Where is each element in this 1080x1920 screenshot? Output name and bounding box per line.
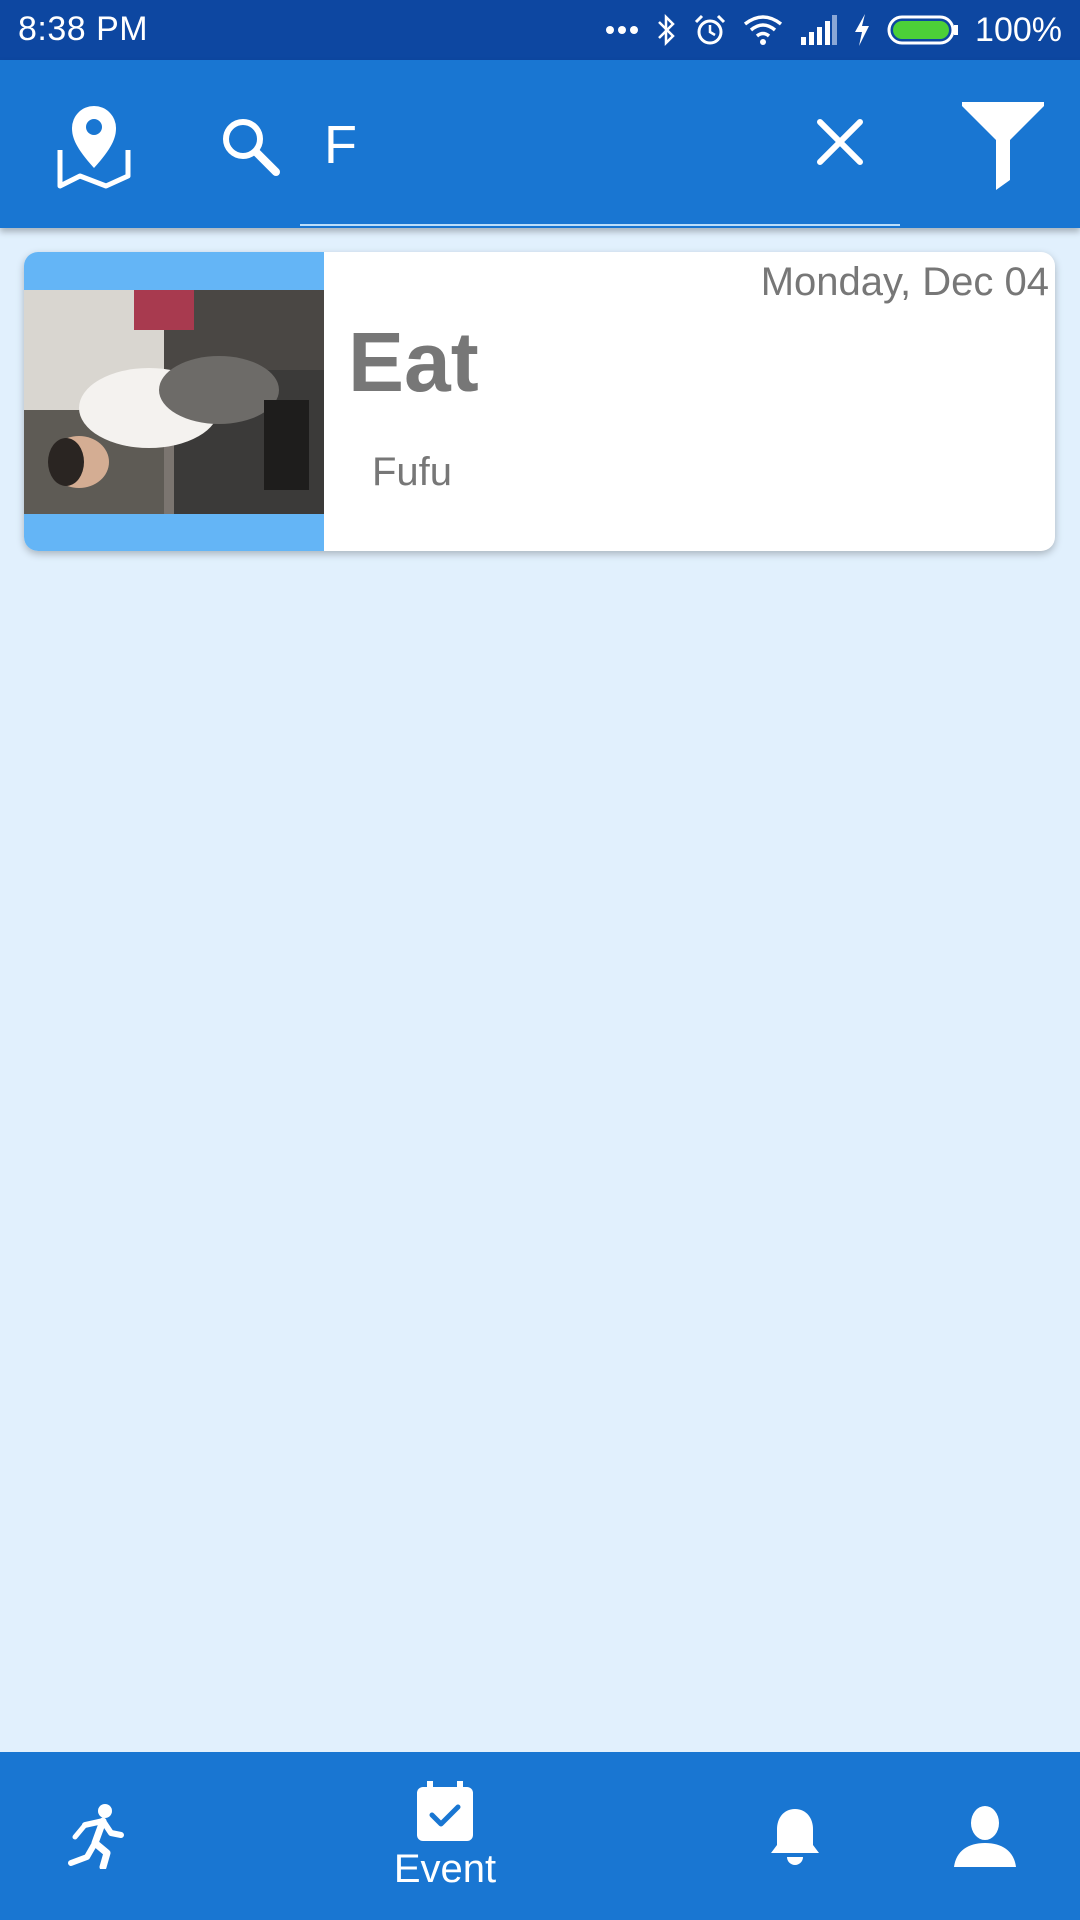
filter-button[interactable] [958,98,1048,190]
status-time: 8:38 PM [18,10,149,48]
event-title: Eat [348,315,479,409]
bell-icon [771,1809,819,1865]
event-date: Monday, Dec 04 [760,260,1049,304]
map-pin-icon [57,106,131,189]
event-photo [24,290,324,514]
nav-event-label: Event [393,1846,497,1891]
app-bar [0,60,1080,228]
nav-profile[interactable] [930,1752,1040,1920]
search-input[interactable] [300,110,828,180]
charging-icon [855,14,870,46]
status-icons: 100% [589,8,1062,52]
battery-icon [887,15,959,45]
filter-icon [962,102,1044,190]
alarm-icon [694,14,726,45]
nav-notifications[interactable] [740,1752,850,1920]
status-bar: 8:38 PM 100% [0,0,1080,60]
nav-activity[interactable] [40,1752,150,1920]
battery-percent: 100% [975,10,1062,49]
wifi-icon [743,15,783,45]
close-icon [817,119,863,165]
running-icon [68,1804,124,1869]
clear-search-button[interactable] [808,110,872,174]
bottom-nav: Event [0,1752,1080,1920]
event-thumbnail [24,252,324,551]
search-underline [300,224,900,226]
more-dots-icon [606,26,639,34]
search-icon [223,119,280,176]
event-card[interactable]: Monday, Dec 04 Eat Fufu [24,252,1055,551]
map-button[interactable] [48,98,140,190]
signal-icon [801,15,838,45]
nav-event[interactable]: Event [340,1752,550,1920]
calendar-check-icon [417,1780,473,1841]
bluetooth-icon [658,13,675,47]
person-icon [954,1806,1016,1867]
event-subtitle: Fufu [372,450,453,494]
